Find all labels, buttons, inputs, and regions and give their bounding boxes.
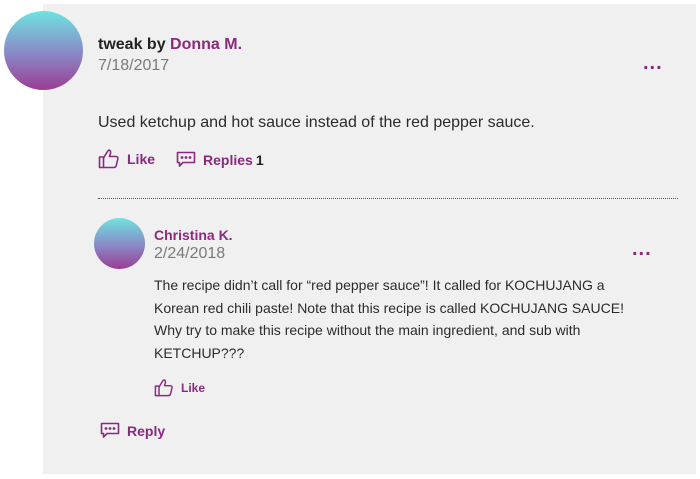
- like-label: Like: [127, 150, 156, 167]
- thumbs-up-icon: [98, 149, 119, 169]
- replies-label: Replies: [203, 151, 253, 168]
- reply-text-line: KETCHUP???: [154, 344, 245, 361]
- reply-date: 2/24/2018: [154, 245, 226, 262]
- reply-text-line: Korean red chili paste! Note that this r…: [154, 299, 624, 316]
- comment-author-link[interactable]: Donna M.: [170, 36, 242, 53]
- comment-icon: [100, 422, 120, 438]
- reply-button[interactable]: Reply: [100, 422, 165, 439]
- divider: [98, 198, 678, 199]
- reply-like-button[interactable]: Like: [154, 378, 205, 397]
- thumbs-up-icon: [154, 379, 173, 397]
- reply-text-line: The recipe didn’t call for “red pepper s…: [154, 277, 605, 293]
- comment-icon: [176, 151, 196, 167]
- comment-date: 7/18/2017: [98, 57, 170, 74]
- reply-avatar[interactable]: [94, 218, 145, 269]
- replies-count: 1: [255, 151, 264, 168]
- reply-more-options-icon[interactable]: ...: [632, 239, 652, 259]
- replies-button[interactable]: Replies 1: [176, 151, 264, 168]
- reply-text-line: Why try to make this recipe without the …: [154, 322, 581, 338]
- reply-author-link[interactable]: Christina K.: [154, 227, 233, 243]
- reply-text: The recipe didn’t call for “red pepper s…: [154, 274, 674, 364]
- reply-label: Reply: [127, 422, 166, 439]
- more-options-icon[interactable]: ...: [643, 53, 663, 73]
- like-button[interactable]: Like: [98, 148, 155, 169]
- comment-header: tweak by Donna M.: [98, 36, 242, 54]
- avatar[interactable]: [4, 11, 83, 90]
- reply-like-label: Like: [181, 380, 206, 395]
- comment-tag: tweak by: [98, 36, 166, 53]
- comment-text: Used ketchup and hot sauce instead of th…: [98, 114, 535, 131]
